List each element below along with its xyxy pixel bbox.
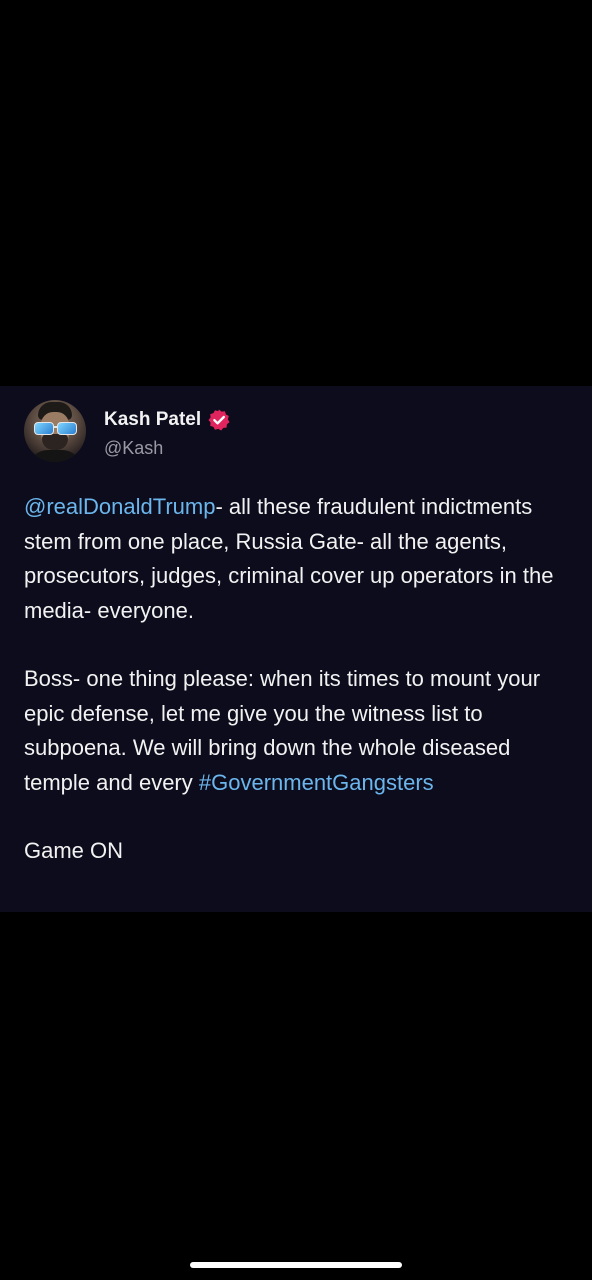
home-indicator[interactable]	[190, 1262, 402, 1268]
paragraph-3-text: Game ON	[24, 838, 124, 863]
post-paragraph-3: Game ON	[24, 834, 576, 869]
author-name-row: Kash Patel	[104, 408, 231, 432]
post-card: Kash Patel @Kash @realDonaldTrump- all t…	[0, 386, 592, 912]
post-body: @realDonaldTrump- all these fraudulent i…	[24, 490, 576, 903]
mention-link[interactable]: @realDonaldTrump	[24, 494, 215, 519]
post-paragraph-2: Boss- one thing please: when its times t…	[24, 662, 576, 800]
hashtag-link[interactable]: #GovernmentGangsters	[199, 770, 434, 795]
verified-badge-icon	[208, 409, 230, 431]
author-handle[interactable]: @Kash	[104, 438, 163, 459]
avatar[interactable]	[24, 400, 86, 462]
post-paragraph-1: @realDonaldTrump- all these fraudulent i…	[24, 490, 576, 628]
author-display-name[interactable]: Kash Patel	[104, 409, 201, 431]
